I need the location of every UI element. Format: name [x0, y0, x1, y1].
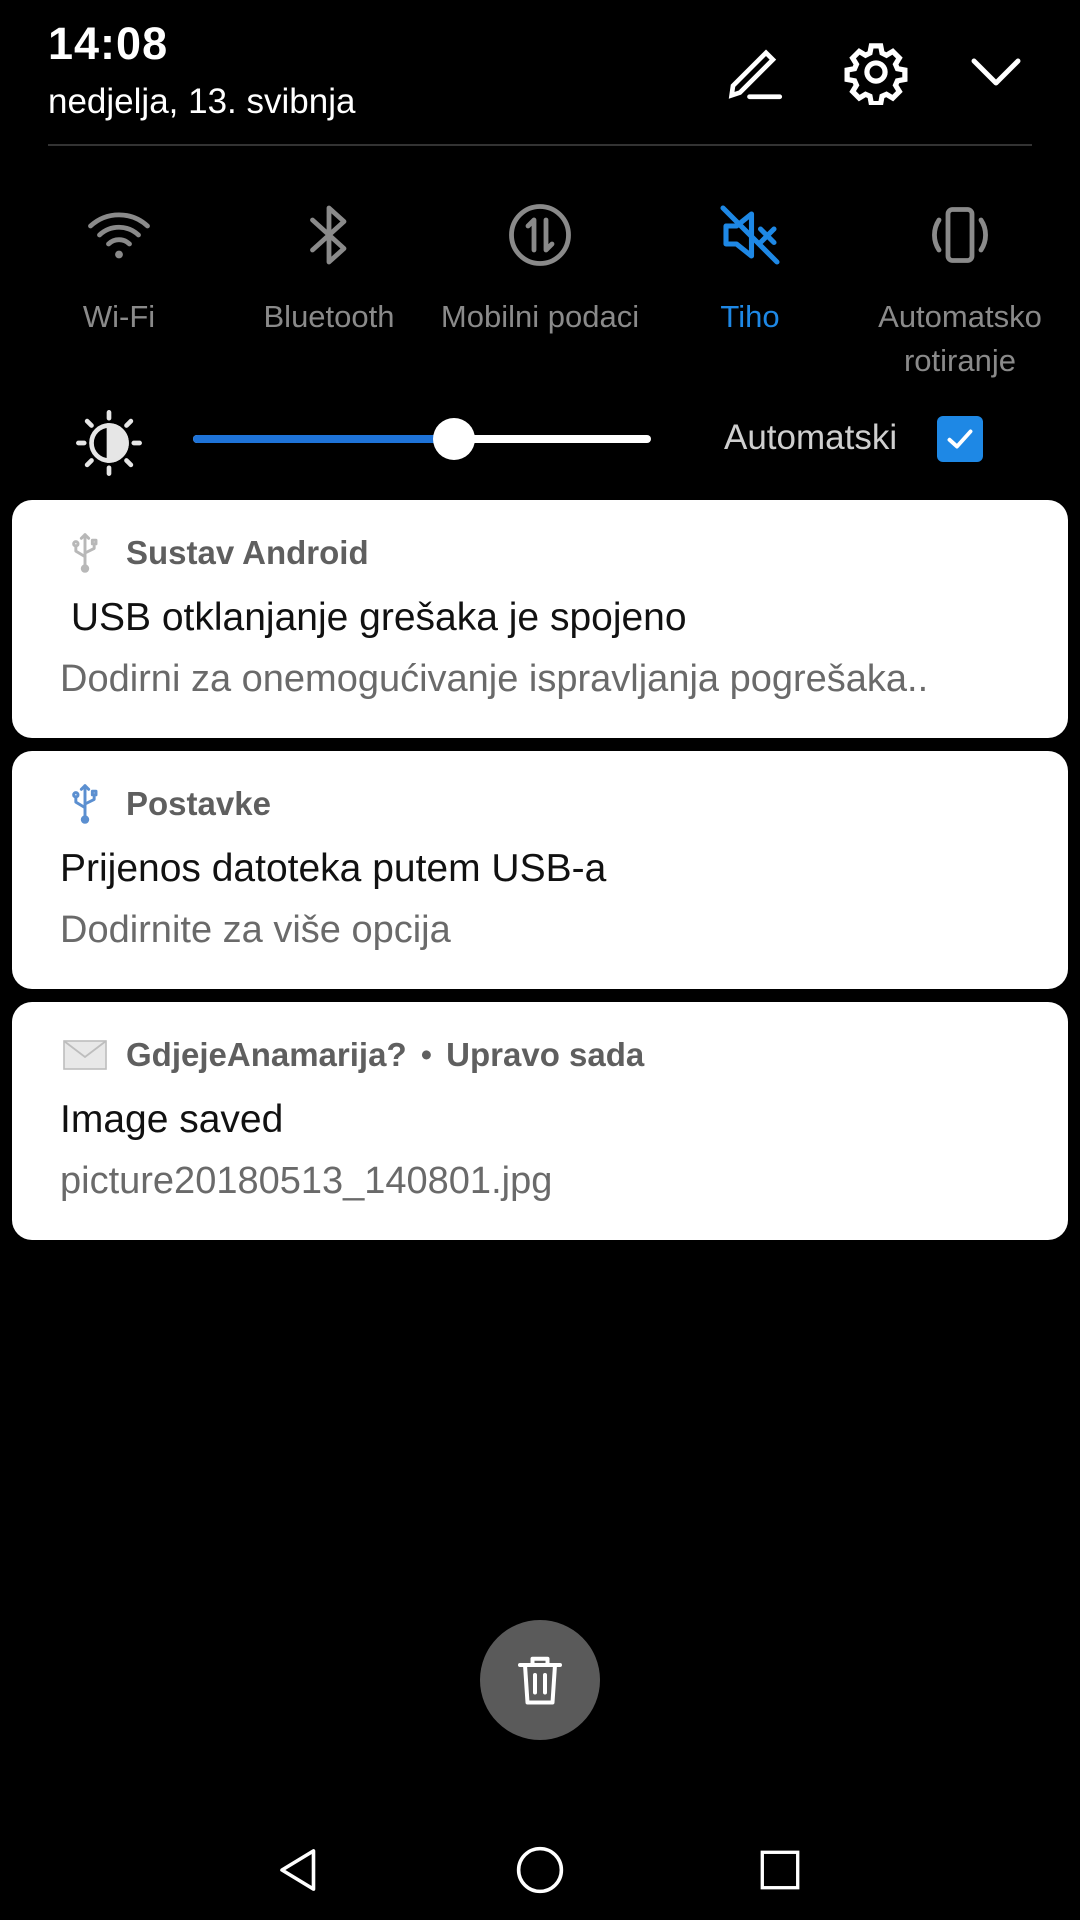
recents-button[interactable]: [740, 1830, 820, 1910]
auto-rotate-icon: [920, 195, 1000, 275]
header-divider: [48, 144, 1032, 146]
tile-label: Automatsko rotiranje: [878, 299, 1042, 378]
notification-app-name: Postavke: [126, 785, 271, 822]
wifi-icon: [79, 195, 159, 275]
notification-card[interactable]: Postavke Prijenos datoteka putem USB-a D…: [12, 751, 1068, 989]
clear-all-button[interactable]: [480, 1620, 600, 1740]
usb-icon: [60, 779, 110, 829]
home-icon: [516, 1846, 564, 1894]
notification-title: Prijenos datoteka putem USB-a: [60, 847, 607, 890]
notification-text: Dodirni za onemogućivanje ispravljanja p…: [60, 658, 929, 700]
tile-label: Bluetooth: [263, 299, 395, 334]
notification-card[interactable]: Sustav Android USB otklanjanje grešaka j…: [12, 500, 1068, 738]
brightness-slider-fill: [193, 435, 455, 443]
tile-wifi[interactable]: Wi-Fi: [14, 195, 224, 339]
back-icon: [280, 1849, 316, 1891]
notification-text: picture20180513_140801.jpg: [60, 1160, 553, 1202]
tile-bluetooth[interactable]: Bluetooth: [224, 195, 434, 339]
chevron-down-icon[interactable]: [960, 36, 1032, 108]
auto-brightness-checkbox[interactable]: [937, 416, 983, 462]
trash-icon: [518, 1656, 562, 1705]
auto-brightness-label: Automatski: [724, 418, 898, 457]
back-button[interactable]: [260, 1830, 340, 1910]
notification-separator: •: [420, 1036, 433, 1073]
silent-icon: [710, 195, 790, 275]
tile-silent[interactable]: Tiho: [645, 195, 855, 339]
notification-title: Image saved: [60, 1098, 284, 1141]
home-button[interactable]: [500, 1830, 580, 1910]
date-label: nedjelja, 13. svibnja: [48, 82, 356, 121]
notification-time: Upravo sada: [446, 1036, 645, 1073]
recents-icon: [760, 1850, 800, 1890]
brightness-slider-thumb[interactable]: [433, 418, 476, 460]
clock-time: 14:08: [48, 18, 169, 69]
gear-icon[interactable]: [840, 36, 912, 108]
tile-auto-rotate[interactable]: Automatsko rotiranje: [855, 195, 1065, 383]
edit-icon[interactable]: [719, 36, 791, 108]
notification-title: USB otklanjanje grešaka je spojeno: [60, 596, 687, 639]
notification-app-name: Sustav Android: [126, 534, 369, 571]
checkmark-icon: [947, 429, 973, 449]
bluetooth-icon: [289, 195, 369, 275]
tile-label: Wi-Fi: [82, 299, 156, 334]
notification-card[interactable]: GdjejeAnamarija? • Upravo sada Image sav…: [12, 1002, 1068, 1240]
tile-mobile-data[interactable]: Mobilni podaci: [435, 195, 645, 339]
tile-label: Tiho: [720, 299, 780, 334]
notification-text: Dodirnite za više opcija: [60, 909, 451, 951]
brightness-icon: [74, 408, 144, 478]
mail-icon: [60, 1030, 110, 1080]
tile-label: Mobilni podaci: [440, 299, 640, 334]
usb-icon: [60, 528, 110, 578]
notification-app-name: GdjejeAnamarija?: [126, 1036, 407, 1073]
mobile-data-icon: [500, 195, 580, 275]
